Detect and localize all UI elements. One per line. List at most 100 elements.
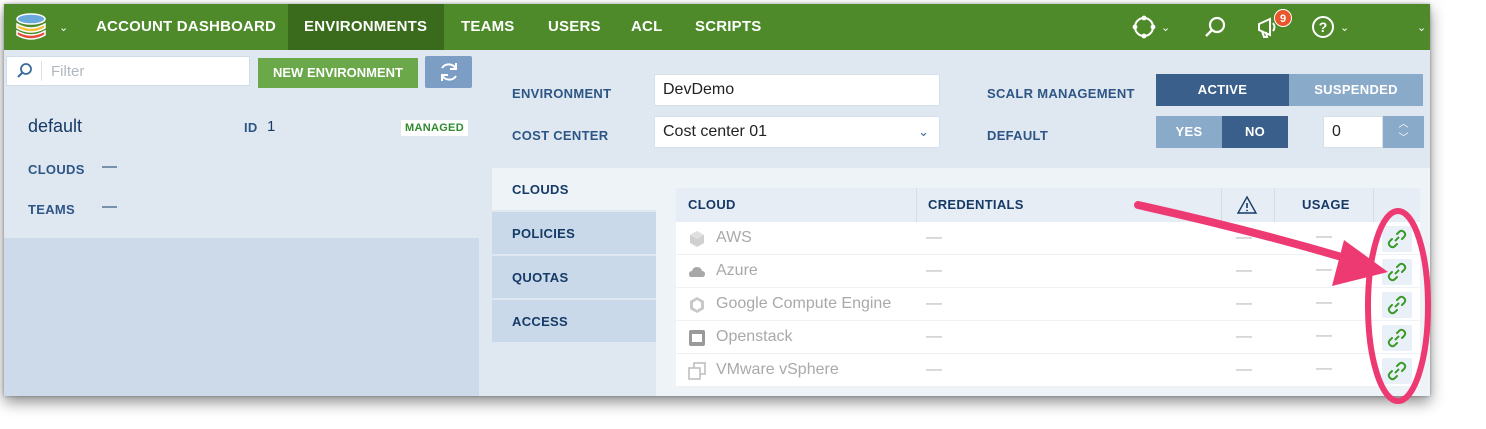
default-label: DEFAULT <box>987 128 1049 143</box>
search-button[interactable] <box>1204 4 1228 50</box>
link-credentials-button[interactable] <box>1382 292 1412 318</box>
nav-acl[interactable]: ACL <box>631 4 662 50</box>
environment-label: ENVIRONMENT <box>512 86 612 101</box>
svg-text:?: ? <box>1319 19 1328 35</box>
warning-value: — <box>1236 295 1252 312</box>
clouds-value: — <box>102 158 117 175</box>
help-menu[interactable]: ? ⌄ <box>1311 4 1349 50</box>
chevron-down-icon: ⌄ <box>1340 21 1350 34</box>
credentials-value: — <box>926 328 942 345</box>
default-no-button[interactable]: NO <box>1222 116 1288 148</box>
environment-list-panel: NEW ENVIRONMENT default ID 1 MANAGED CLO… <box>4 50 479 396</box>
link-icon <box>1387 295 1407 315</box>
clouds-label: CLOUDS <box>28 162 85 177</box>
credentials-value: — <box>926 262 942 279</box>
nav-environments[interactable]: ENVIRONMENTS <box>288 4 444 50</box>
link-credentials-button[interactable] <box>1382 259 1412 285</box>
app-menu[interactable]: ⌄ <box>4 4 82 50</box>
cloud-name: VMware vSphere <box>716 361 839 378</box>
notification-badge: 9 <box>1274 9 1292 27</box>
scalr-logo-icon <box>16 13 46 40</box>
cloud-name: Openstack <box>716 328 793 345</box>
app-window: ⌄ ACCOUNT DASHBOARD ENVIRONMENTS TEAMS U… <box>4 4 1430 396</box>
table-row[interactable]: AWS — — — <box>676 222 1420 255</box>
tab-access[interactable]: ACCESS <box>492 300 656 343</box>
default-number-input[interactable]: 0 <box>1323 116 1383 148</box>
environment-card[interactable]: default ID 1 MANAGED CLOUDS — TEAMS — <box>4 96 479 238</box>
search-icon <box>17 63 32 78</box>
stepper-up-icon[interactable]: ︿ <box>1383 118 1424 132</box>
chevron-down-icon: ⌄ <box>1161 21 1171 34</box>
nav-scripts[interactable]: SCRIPTS <box>695 4 761 50</box>
table-header: CLOUD CREDENTIALS USAGE <box>676 188 1420 222</box>
tab-quotas[interactable]: QUOTAS <box>492 256 656 299</box>
environment-form: ENVIRONMENT DevDemo COST CENTER Cost cen… <box>492 50 1430 168</box>
link-icon <box>1387 328 1407 348</box>
user-menu[interactable]: ⌄ <box>1412 4 1426 50</box>
tab-policies[interactable]: POLICIES <box>492 212 656 255</box>
warning-value: — <box>1236 361 1252 378</box>
warning-value: — <box>1236 328 1252 345</box>
aws-icon <box>688 230 706 248</box>
cost-center-label: COST CENTER <box>512 128 609 143</box>
help-icon: ? <box>1312 16 1334 38</box>
chevron-down-icon: ⌄ <box>1417 21 1427 34</box>
credentials-value: — <box>926 361 942 378</box>
chevron-down-icon: ⌄ <box>59 21 69 34</box>
column-header-usage[interactable]: USAGE <box>1302 188 1350 222</box>
orchestration-icon <box>1132 15 1156 39</box>
filter-input[interactable] <box>51 61 241 81</box>
management-active-button[interactable]: ACTIVE <box>1156 74 1289 106</box>
nav-account-dashboard[interactable]: ACCOUNT DASHBOARD <box>96 4 276 50</box>
id-value: 1 <box>267 118 276 135</box>
default-yes-button[interactable]: YES <box>1156 116 1222 148</box>
managed-badge: MANAGED <box>401 120 468 136</box>
warning-value: — <box>1236 229 1252 246</box>
list-toolbar: NEW ENVIRONMENT <box>4 50 479 96</box>
management-suspended-button[interactable]: SUSPENDED <box>1289 74 1423 106</box>
id-label: ID <box>244 120 258 135</box>
refresh-button[interactable] <box>425 56 472 88</box>
cloud-name: Google Compute Engine <box>716 295 892 312</box>
search-icon <box>1205 16 1226 37</box>
new-environment-button[interactable]: NEW ENVIRONMENT <box>258 58 418 88</box>
table-row[interactable]: Azure — — — <box>676 255 1420 288</box>
cloud-name: AWS <box>716 229 752 246</box>
teams-label: TEAMS <box>28 202 75 217</box>
column-header-warning <box>1236 188 1258 222</box>
cloud-name: Azure <box>716 262 758 279</box>
number-stepper[interactable]: ︿ ﹀ <box>1383 116 1424 148</box>
tab-clouds[interactable]: CLOUDS <box>492 168 656 211</box>
usage-value: — <box>1316 327 1332 344</box>
top-navigation-bar: ⌄ ACCOUNT DASHBOARD ENVIRONMENTS TEAMS U… <box>4 4 1430 50</box>
warning-icon <box>1236 195 1258 214</box>
link-credentials-button[interactable] <box>1382 226 1412 252</box>
orchestration-menu[interactable]: ⌄ <box>1132 4 1170 50</box>
azure-icon <box>688 263 706 281</box>
usage-value: — <box>1316 261 1332 278</box>
link-icon <box>1387 262 1407 282</box>
refresh-icon <box>440 63 457 81</box>
table-row[interactable]: VMware vSphere — — — <box>676 354 1420 387</box>
nav-teams[interactable]: TEAMS <box>461 4 515 50</box>
teams-value: — <box>102 198 117 215</box>
cost-center-value: Cost center 01 <box>663 123 768 140</box>
nav-users[interactable]: USERS <box>548 4 601 50</box>
filter-field[interactable] <box>6 56 250 86</box>
cost-center-select[interactable]: Cost center 01 ⌄ <box>654 116 940 148</box>
clouds-panel: CLOUD CREDENTIALS USAGE AWS — — — Azure — — — Go… <box>656 168 1430 396</box>
environment-name: default <box>28 116 83 136</box>
environment-name-input[interactable]: DevDemo <box>654 74 940 106</box>
link-icon <box>1387 361 1407 381</box>
link-credentials-button[interactable] <box>1382 325 1412 351</box>
link-credentials-button[interactable] <box>1382 358 1412 384</box>
column-header-credentials[interactable]: CREDENTIALS <box>928 188 1024 222</box>
usage-value: — <box>1316 294 1332 311</box>
usage-value: — <box>1316 228 1332 245</box>
column-header-cloud[interactable]: CLOUD <box>688 188 736 222</box>
gce-icon <box>688 296 706 314</box>
stepper-down-icon[interactable]: ﹀ <box>1383 132 1424 146</box>
usage-value: — <box>1316 360 1332 377</box>
table-row[interactable]: Openstack — — — <box>676 321 1420 354</box>
table-row[interactable]: Google Compute Engine — — — <box>676 288 1420 321</box>
